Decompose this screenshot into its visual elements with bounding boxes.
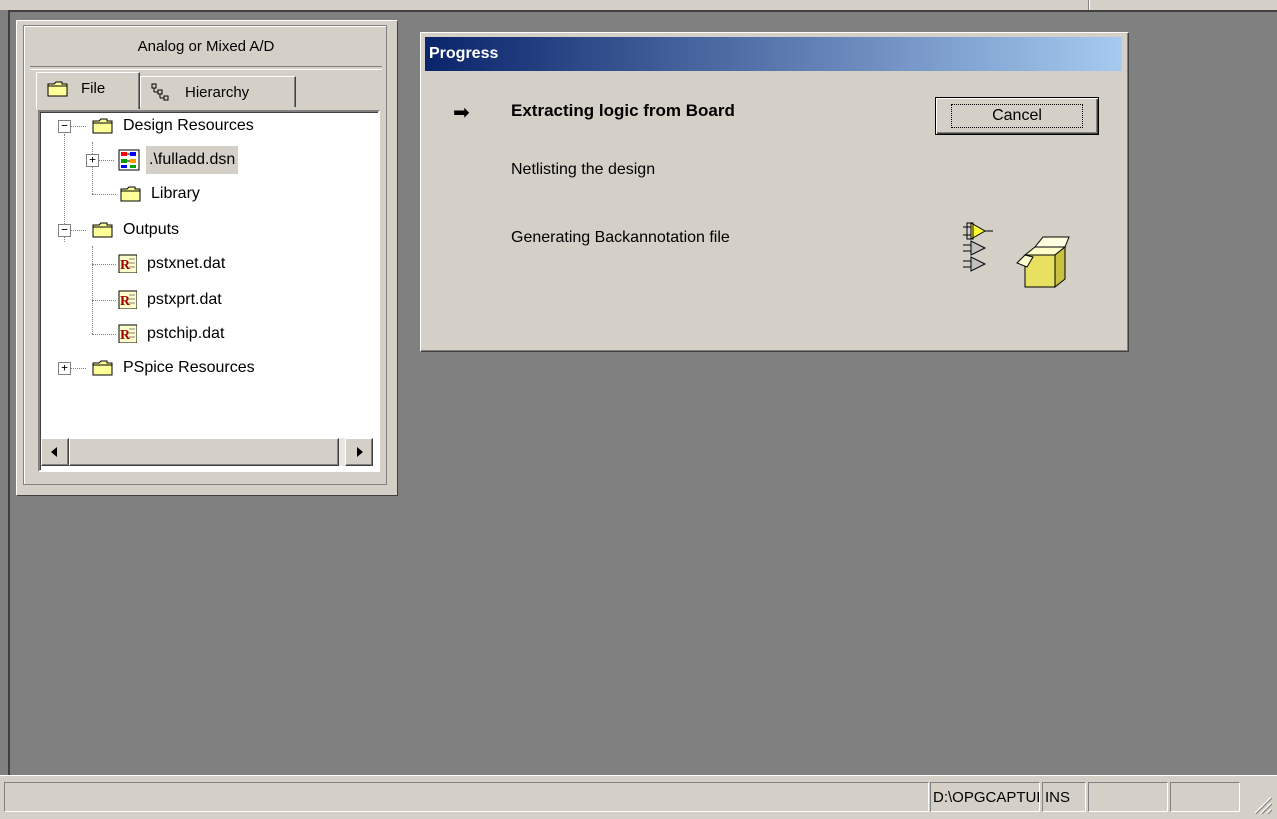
progress-dialog: Progress ➡ Extracting logic from Board N…: [420, 32, 1129, 352]
tree-label: Design Resources: [123, 117, 254, 134]
client-area-edge-left: [8, 10, 10, 775]
folder-icon: [92, 222, 113, 238]
tree-item-outputs[interactable]: − Outputs: [40, 216, 360, 244]
tab-hierarchy-label: Hierarchy: [185, 84, 250, 101]
horizontal-scrollbar[interactable]: [41, 438, 373, 466]
hierarchy-icon: [151, 83, 169, 101]
scroll-left-button[interactable]: [41, 438, 69, 466]
scroll-right-button[interactable]: [345, 438, 373, 466]
svg-text:R: R: [120, 328, 131, 343]
tree-label: Outputs: [123, 221, 180, 238]
current-step-arrow-icon: ➡: [453, 102, 470, 124]
folder-icon: [92, 118, 113, 134]
top-divider-highlight: [1089, 0, 1090, 10]
folder-icon: [120, 186, 141, 202]
status-insert-mode: INS: [1042, 782, 1086, 812]
status-bar: D:\OPGCAPTUREC INS: [0, 775, 1277, 819]
cancel-button[interactable]: Cancel: [935, 97, 1099, 135]
resize-grip-icon[interactable]: [1251, 793, 1273, 815]
tree-label: pstchip.dat: [147, 325, 225, 342]
tree-item-library[interactable]: Library: [40, 180, 360, 208]
step-backannotation: Generating Backannotation file: [511, 229, 730, 246]
tree-label: .\fulladd.dsn: [146, 146, 239, 174]
report-file-icon: R: [118, 290, 137, 309]
svg-text:R: R: [120, 258, 131, 273]
tree-item-design-resources[interactable]: − Design Resources: [40, 112, 360, 140]
dialog-title-bar[interactable]: Progress: [425, 37, 1122, 71]
svg-text:R: R: [120, 294, 131, 309]
status-message: [4, 782, 929, 812]
title-divider: [30, 66, 382, 70]
project-manager-frame: Analog or Mixed A/D Hierarchy File − Des…: [23, 25, 387, 485]
tree-item-pspice-resources[interactable]: + PSpice Resources: [40, 354, 360, 382]
scroll-thumb[interactable]: [69, 438, 339, 466]
tab-file[interactable]: File: [36, 72, 140, 109]
step-extracting-logic: Extracting logic from Board: [511, 101, 735, 120]
report-file-icon: R: [118, 254, 137, 273]
collapse-icon[interactable]: −: [58, 224, 71, 237]
open-box-icon: [1016, 236, 1070, 289]
logic-gates-icon: [963, 222, 993, 272]
status-pane: [1088, 782, 1168, 812]
report-file-icon: R: [118, 324, 137, 343]
tab-file-label: File: [81, 80, 106, 97]
status-pane: [1170, 782, 1240, 812]
tree-label: pstxnet.dat: [147, 255, 226, 272]
cancel-button-label: Cancel: [951, 104, 1083, 128]
tree-item-output-file[interactable]: R pstxprt.dat: [40, 286, 360, 314]
tree-item-design-file[interactable]: + .\fulladd.dsn: [40, 146, 360, 174]
expand-icon[interactable]: +: [58, 362, 71, 375]
tree-label: PSpice Resources: [123, 359, 255, 376]
right-arrow-icon: [357, 447, 363, 457]
tree-label: pstxprt.dat: [147, 291, 222, 308]
project-manager-window: Analog or Mixed A/D Hierarchy File − Des…: [16, 20, 398, 496]
status-path: D:\OPGCAPTUREC: [930, 782, 1040, 812]
folder-icon: [92, 360, 113, 376]
tree-label: Library: [151, 185, 200, 202]
collapse-icon[interactable]: −: [58, 120, 71, 133]
step-netlisting: Netlisting the design: [511, 161, 656, 178]
tab-hierarchy[interactable]: Hierarchy: [140, 76, 296, 107]
folder-icon: [47, 81, 68, 97]
left-arrow-icon: [51, 447, 57, 457]
window-top-strip: [0, 0, 1277, 10]
tree-item-output-file[interactable]: R pstxnet.dat: [40, 250, 360, 278]
tree-item-output-file[interactable]: R pstchip.dat: [40, 320, 360, 348]
schematic-design-icon: [118, 149, 140, 171]
project-tree[interactable]: − Design Resources + .\fulladd.dsn Libra…: [38, 110, 380, 472]
expand-icon[interactable]: +: [86, 154, 99, 167]
project-type-title: Analog or Mixed A/D: [137, 38, 275, 55]
client-area-edge: [8, 10, 1277, 12]
